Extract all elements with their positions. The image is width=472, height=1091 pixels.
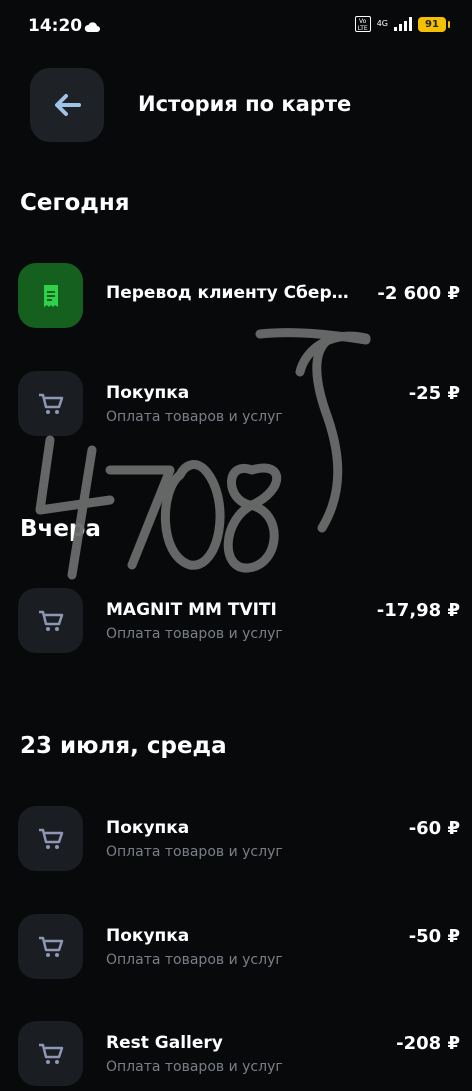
cart-icon <box>18 914 83 979</box>
volte-icon: Vo LTE <box>354 16 371 32</box>
transaction-row[interactable]: Покупка Оплата товаров и услуг -25 ₽ <box>0 371 472 441</box>
page-title: История по карте <box>138 92 352 116</box>
cart-icon <box>18 588 83 653</box>
section-header-date: 23 июля, среда <box>20 733 227 759</box>
signal-icon <box>394 17 412 31</box>
transaction-subtitle: Оплата товаров и услуг <box>106 409 283 425</box>
transaction-amount: -60 ₽ <box>408 818 460 839</box>
receipt-icon <box>18 263 83 328</box>
cloud-icon <box>84 18 100 37</box>
status-time: 14:20 <box>28 16 83 36</box>
section-header-yesterday: Вчера <box>20 516 101 542</box>
transaction-title: Перевод клиенту Сбербанка <box>106 283 358 303</box>
transaction-title: MAGNIT MM TVITI <box>106 600 277 620</box>
transaction-subtitle: Оплата товаров и услуг <box>106 844 283 860</box>
status-bar: 14:20 Vo LTE 4G 91 <box>0 0 472 52</box>
cart-icon <box>18 806 83 871</box>
transaction-title: Покупка <box>106 383 190 403</box>
transaction-row[interactable]: Перевод клиенту Сбербанка -2 600 ₽ <box>0 263 472 333</box>
transaction-row[interactable]: Покупка Оплата товаров и услуг -60 ₽ <box>0 806 472 876</box>
back-button[interactable] <box>30 68 104 142</box>
cart-icon <box>18 1021 83 1086</box>
transaction-amount: -50 ₽ <box>408 926 460 947</box>
section-header-today: Сегодня <box>20 190 130 216</box>
transaction-row[interactable]: Rest Gallery Оплата товаров и услуг -208… <box>0 1021 472 1091</box>
transaction-amount: -17,98 ₽ <box>376 600 460 621</box>
transaction-row[interactable]: Покупка Оплата товаров и услуг -50 ₽ <box>0 914 472 984</box>
transaction-amount: -2 600 ₽ <box>377 283 460 304</box>
battery-icon: 91 <box>418 16 450 32</box>
transaction-subtitle: Оплата товаров и услуг <box>106 952 283 968</box>
arrow-left-icon <box>55 94 81 116</box>
network-type: 4G <box>376 19 388 28</box>
transaction-subtitle: Оплата товаров и услуг <box>106 1059 283 1075</box>
transaction-title: Rest Gallery <box>106 1033 223 1053</box>
transaction-subtitle: Оплата товаров и услуг <box>106 626 283 642</box>
cart-icon <box>18 371 83 436</box>
transaction-title: Покупка <box>106 818 190 838</box>
transaction-title: Покупка <box>106 926 190 946</box>
transaction-amount: -25 ₽ <box>408 383 460 404</box>
transaction-amount: -208 ₽ <box>396 1033 460 1054</box>
transaction-row[interactable]: MAGNIT MM TVITI Оплата товаров и услуг -… <box>0 588 472 658</box>
